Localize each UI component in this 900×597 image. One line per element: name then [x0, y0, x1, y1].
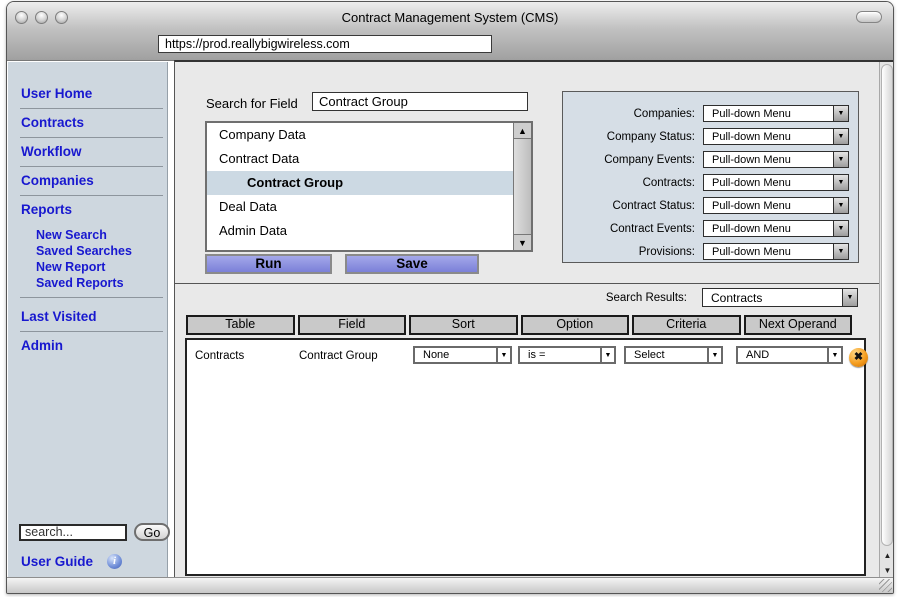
user-guide-link[interactable]: User Guide: [21, 554, 93, 569]
quick-menus-panel: Companies: Pull-down Menu ▼ Company Stat…: [562, 91, 859, 263]
run-button[interactable]: Run: [205, 254, 332, 274]
contracts-dropdown[interactable]: Pull-down Menu ▼: [703, 174, 849, 191]
chevron-down-icon: ▼: [842, 289, 857, 306]
reports-submenu: New Search Saved Searches New Report Sav…: [8, 227, 167, 291]
list-item-selected[interactable]: Contract Group: [207, 171, 531, 195]
scrollbar-thumb[interactable]: [881, 64, 893, 546]
chevron-down-icon: ▼: [827, 348, 841, 362]
sidebar-divider: [20, 331, 163, 332]
companies-dropdown[interactable]: Pull-down Menu ▼: [703, 105, 849, 122]
contracts-label: Contracts:: [563, 177, 703, 189]
company-events-label: Company Events:: [563, 154, 703, 166]
provisions-dropdown[interactable]: Pull-down Menu ▼: [703, 243, 849, 260]
sort-dropdown[interactable]: None ▼: [413, 346, 512, 364]
sidebar-divider: [20, 137, 163, 138]
chevron-down-icon: ▼: [833, 221, 848, 236]
collapse-widget[interactable]: [856, 11, 882, 23]
chevron-down-icon: ▼: [833, 152, 848, 167]
search-results-label: Search Results:: [375, 292, 687, 304]
contract-status-dropdown[interactable]: Pull-down Menu ▼: [703, 197, 849, 214]
window-title: Contract Management System (CMS): [77, 10, 823, 25]
sidebar-item-workflow[interactable]: Workflow: [21, 144, 167, 160]
scroll-up-icon[interactable]: ▲: [880, 548, 894, 563]
status-bar: [7, 577, 893, 593]
sidebar-search-input[interactable]: [19, 524, 127, 541]
search-for-field-input[interactable]: [312, 92, 528, 111]
resize-grip[interactable]: [879, 579, 892, 592]
company-status-dropdown[interactable]: Pull-down Menu ▼: [703, 128, 849, 145]
sidebar-item-last-visited[interactable]: Last Visited: [21, 309, 167, 325]
chevron-down-icon: ▼: [707, 348, 721, 362]
go-button[interactable]: Go: [134, 523, 170, 541]
minimize-button[interactable]: [35, 11, 48, 24]
main-content: Search for Field Company Data Contract D…: [174, 60, 894, 578]
chevron-down-icon: ▼: [833, 175, 848, 190]
field-listbox: Company Data Contract Data Contract Grou…: [205, 121, 533, 252]
row-table-value: Contracts: [195, 350, 244, 362]
search-for-field-label: Search for Field: [206, 96, 298, 111]
sidebar-item-companies[interactable]: Companies: [21, 173, 167, 189]
chevron-down-icon: ▼: [496, 348, 510, 362]
column-header-criteria: Criteria: [632, 315, 741, 335]
section-divider: [175, 283, 879, 284]
company-status-label: Company Status:: [563, 131, 703, 143]
option-dropdown[interactable]: is = ▼: [518, 346, 616, 364]
scroll-down-icon[interactable]: ▼: [880, 563, 894, 578]
sidebar: User Home Contracts Workflow Companies R…: [8, 62, 168, 578]
listbox-scrollbar[interactable]: ▲ ▼: [513, 123, 531, 250]
criteria-dropdown[interactable]: Select ▼: [624, 346, 723, 364]
app-window: Contract Management System (CMS) User Ho…: [6, 1, 894, 594]
save-button[interactable]: Save: [345, 254, 479, 274]
sidebar-item-saved-searches[interactable]: Saved Searches: [36, 243, 167, 259]
list-item[interactable]: Company Data: [207, 123, 531, 147]
contract-events-dropdown[interactable]: Pull-down Menu ▼: [703, 220, 849, 237]
sidebar-divider: [20, 166, 163, 167]
company-events-dropdown[interactable]: Pull-down Menu ▼: [703, 151, 849, 168]
companies-label: Companies:: [563, 108, 703, 120]
zoom-button[interactable]: [55, 11, 68, 24]
sidebar-item-saved-reports[interactable]: Saved Reports: [36, 275, 167, 291]
content-scrollbar[interactable]: ▲ ▼: [879, 62, 894, 578]
sidebar-item-reports[interactable]: Reports: [21, 202, 167, 218]
chevron-down-icon: ▼: [833, 106, 848, 121]
close-button[interactable]: [15, 11, 28, 24]
chevron-down-icon: ▼: [600, 348, 614, 362]
sidebar-item-contracts[interactable]: Contracts: [21, 115, 167, 131]
list-item[interactable]: Contract Data: [207, 147, 531, 171]
sidebar-item-admin[interactable]: Admin: [21, 338, 167, 354]
column-header-table: Table: [186, 315, 295, 335]
sidebar-divider: [20, 297, 163, 298]
column-header-next-operand: Next Operand: [744, 315, 853, 335]
list-item[interactable]: Admin Data: [207, 219, 531, 243]
chevron-down-icon: ▼: [833, 129, 848, 144]
info-icon[interactable]: i: [107, 554, 122, 569]
chevron-down-icon: ▼: [833, 198, 848, 213]
contract-status-label: Contract Status:: [563, 200, 703, 212]
column-header-sort: Sort: [409, 315, 518, 335]
list-item[interactable]: Deal Data: [207, 195, 531, 219]
results-table-body: Contracts Contract Group None ▼ is = ▼ S…: [185, 338, 866, 576]
contract-events-label: Contract Events:: [563, 223, 703, 235]
url-field[interactable]: [158, 35, 492, 53]
provisions-label: Provisions:: [563, 246, 703, 258]
sidebar-item-user-home[interactable]: User Home: [21, 86, 167, 102]
row-field-value: Contract Group: [299, 350, 378, 362]
next-operand-dropdown[interactable]: AND ▼: [736, 346, 843, 364]
delete-row-icon[interactable]: ✖: [849, 348, 868, 367]
window-chrome: Contract Management System (CMS): [7, 2, 893, 61]
scroll-down-icon[interactable]: ▼: [514, 234, 531, 250]
sidebar-divider: [20, 195, 163, 196]
results-table-header: Table Field Sort Option Criteria Next Op…: [186, 315, 852, 335]
sidebar-item-new-search[interactable]: New Search: [36, 227, 167, 243]
scroll-up-icon[interactable]: ▲: [514, 123, 531, 139]
sidebar-item-new-report[interactable]: New Report: [36, 259, 167, 275]
column-header-field: Field: [298, 315, 407, 335]
chevron-down-icon: ▼: [833, 244, 848, 259]
column-header-option: Option: [521, 315, 630, 335]
sidebar-divider: [20, 108, 163, 109]
search-results-dropdown[interactable]: Contracts ▼: [702, 288, 858, 307]
